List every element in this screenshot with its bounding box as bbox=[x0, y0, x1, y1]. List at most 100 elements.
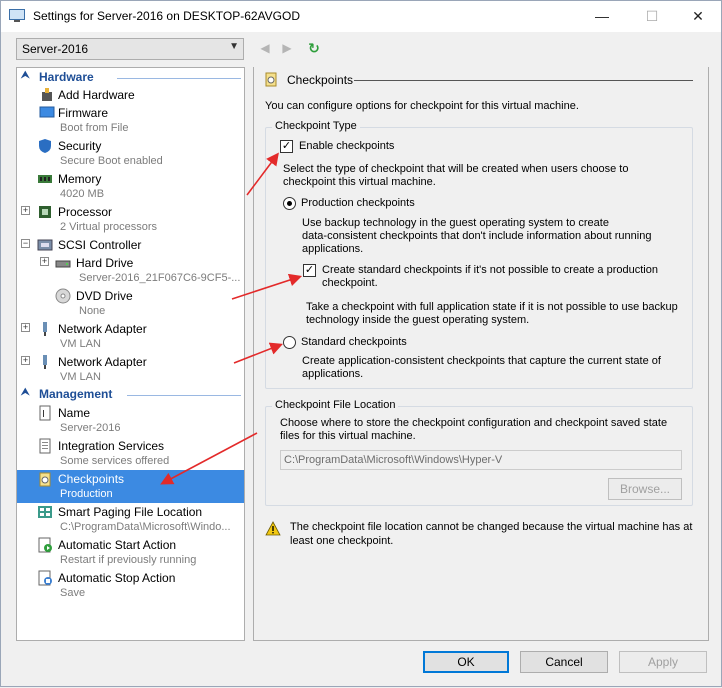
expand-icon[interactable]: + bbox=[21, 206, 30, 215]
tree-item-sub: 2 Virtual processors bbox=[60, 221, 158, 233]
standard-checkpoints-label[interactable]: Standard checkpoints bbox=[301, 336, 407, 348]
checkpoints-icon bbox=[265, 72, 277, 87]
tree-item-label: Automatic Start Action bbox=[58, 538, 177, 552]
tree-item-sub: Some services offered bbox=[60, 455, 170, 467]
tree-item-security[interactable]: Security Secure Boot enabled bbox=[17, 137, 244, 170]
firmware-icon bbox=[39, 106, 55, 118]
tree-item-label: Memory bbox=[58, 172, 102, 186]
tree-item-label: Hard Drive bbox=[76, 256, 134, 270]
tree-item-automatic-start[interactable]: Automatic Start Action Restart if previo… bbox=[17, 536, 244, 569]
warning-text-1: The checkpoint file location cannot be c… bbox=[290, 521, 693, 533]
tree-item-label: DVD Drive bbox=[76, 289, 133, 303]
tree-item-automatic-stop[interactable]: Automatic Stop Action Save bbox=[17, 569, 244, 602]
tree-item-sub: Secure Boot enabled bbox=[60, 155, 163, 167]
svg-text:I: I bbox=[42, 409, 45, 420]
tree-item-sub: Production bbox=[60, 488, 113, 500]
processor-icon bbox=[39, 206, 51, 218]
warning-text-2: least one checkpoint. bbox=[290, 535, 394, 547]
tree-item-sub: 4020 MB bbox=[60, 188, 105, 200]
vm-selector-value: Server-2016 bbox=[22, 42, 89, 56]
tree-item-processor[interactable]: + Processor 2 Virtual processors bbox=[17, 203, 244, 236]
browse-button[interactable]: Browse... bbox=[608, 478, 682, 500]
fullstate-desc-1: Take a checkpoint with full application … bbox=[306, 301, 678, 313]
title-bar: Settings for Server-2016 on DESKTOP-62AV… bbox=[1, 1, 721, 32]
expand-icon[interactable]: + bbox=[21, 323, 30, 332]
create-standard-label-2: checkpoint. bbox=[322, 277, 378, 289]
tree-item-sub: VM LAN bbox=[60, 338, 101, 350]
name-icon: I bbox=[39, 405, 51, 421]
create-standard-label[interactable]: Create standard checkpoints if it's not … bbox=[322, 264, 658, 276]
apply-button[interactable]: Apply bbox=[619, 651, 707, 673]
checkpoint-type-label: Checkpoint Type bbox=[272, 120, 360, 132]
forward-button[interactable]: ▶ bbox=[279, 40, 295, 56]
hardware-section-header[interactable]: ⮝ Hardware bbox=[17, 69, 244, 86]
location-desc-2: files for this virtual machine. bbox=[280, 430, 416, 442]
checkpoints-icon bbox=[39, 472, 51, 487]
add-hardware-icon bbox=[42, 88, 52, 101]
create-standard-checkbox[interactable]: ✓ bbox=[303, 264, 316, 277]
tree-item-checkpoints[interactable]: Checkpoints Production bbox=[17, 470, 244, 503]
tree-item-label: Network Adapter bbox=[58, 355, 147, 369]
tree-item-network-adapter-2[interactable]: + Network Adapter VM LAN bbox=[17, 353, 244, 386]
window-title: Settings for Server-2016 on DESKTOP-62AV… bbox=[33, 9, 301, 23]
section-divider bbox=[127, 395, 241, 396]
section-divider bbox=[117, 78, 241, 79]
tree-item-firmware[interactable]: Firmware Boot from File bbox=[17, 104, 244, 137]
tree-item-sub: Server-2016_21F067C6-9CF5-... bbox=[79, 272, 241, 284]
production-checkpoints-radio[interactable] bbox=[283, 197, 296, 210]
hyper-v-settings-icon bbox=[9, 9, 25, 22]
panel-title-divider bbox=[354, 80, 693, 81]
management-header-label: Management bbox=[39, 387, 113, 401]
back-button[interactable]: ◀ bbox=[257, 40, 273, 56]
tree-item-sub: None bbox=[79, 305, 106, 317]
tree-item-sub: Save bbox=[60, 587, 86, 599]
select-type-text: Select the type of checkpoint that will … bbox=[283, 163, 629, 175]
expand-icon[interactable]: + bbox=[40, 257, 49, 266]
tree-item-sub: C:\ProgramData\Microsoft\Windo... bbox=[60, 521, 231, 533]
warning-icon bbox=[265, 521, 281, 536]
fullstate-desc-2: technology inside the guest operating sy… bbox=[306, 314, 530, 326]
network-adapter-icon bbox=[43, 322, 47, 336]
refresh-button[interactable]: ↻ bbox=[306, 40, 322, 56]
intro-text: You can configure options for checkpoint… bbox=[265, 100, 579, 112]
production-checkpoints-label[interactable]: Production checkpoints bbox=[301, 197, 415, 209]
minimize-button[interactable]: — bbox=[587, 5, 617, 27]
expand-icon[interactable]: + bbox=[21, 356, 30, 365]
dvd-drive-icon bbox=[55, 288, 71, 304]
tree-item-memory[interactable]: Memory 4020 MB bbox=[17, 170, 244, 203]
standard-desc-2: applications. bbox=[302, 368, 364, 380]
tree-item-label: Network Adapter bbox=[58, 322, 147, 336]
maximize-button[interactable]: ☐ bbox=[637, 5, 667, 27]
shield-icon bbox=[39, 139, 51, 153]
tree-item-sub: Boot from File bbox=[60, 122, 129, 134]
tree-item-label: Checkpoints bbox=[58, 472, 125, 486]
close-button[interactable]: ✕ bbox=[683, 5, 713, 27]
collapse-tree-icon[interactable]: − bbox=[21, 239, 30, 248]
production-desc-2: data-consistent checkpoints that don't i… bbox=[302, 230, 652, 242]
cancel-button[interactable]: Cancel bbox=[520, 651, 608, 673]
enable-checkpoints-label[interactable]: Enable checkpoints bbox=[299, 140, 394, 152]
tree-item-hard-drive[interactable]: + Hard Drive Server-2016_21F067C6-9CF5-.… bbox=[17, 254, 244, 287]
tree-item-name[interactable]: I Name Server-2016 bbox=[17, 404, 244, 437]
tree-item-dvd-drive[interactable]: DVD Drive None bbox=[17, 287, 244, 320]
ok-button[interactable]: OK bbox=[423, 651, 509, 673]
network-adapter-icon bbox=[43, 355, 47, 369]
tree-item-integration-services[interactable]: Integration Services Some services offer… bbox=[17, 437, 244, 470]
production-desc-3: applications. bbox=[302, 243, 364, 255]
settings-tree: ⮝ Hardware Add Hardware Firmware Boot fr… bbox=[16, 67, 245, 641]
checkpoint-path-input[interactable]: C:\ProgramData\Microsoft\Windows\Hyper-V bbox=[280, 450, 682, 470]
management-section-header[interactable]: ⮝ Management bbox=[17, 386, 244, 403]
tree-item-label: Smart Paging File Location bbox=[58, 505, 203, 519]
settings-window: Settings for Server-2016 on DESKTOP-62AV… bbox=[0, 0, 722, 687]
standard-checkpoints-radio[interactable] bbox=[283, 336, 296, 349]
tree-item-label: Name bbox=[58, 406, 91, 420]
automatic-start-icon bbox=[38, 537, 52, 553]
tree-item-network-adapter-1[interactable]: + Network Adapter VM LAN bbox=[17, 320, 244, 353]
vm-selector[interactable]: Server-2016 ▼ bbox=[16, 38, 244, 60]
enable-checkpoints-checkbox[interactable]: ✓ bbox=[280, 140, 293, 153]
standard-desc-1: Create application-consistent checkpoint… bbox=[302, 355, 661, 367]
tree-item-label: Add Hardware bbox=[58, 88, 135, 102]
select-type-text-2: checkpoint this virtual machine. bbox=[283, 176, 436, 188]
tree-item-smart-paging[interactable]: Smart Paging File Location C:\ProgramDat… bbox=[17, 503, 244, 536]
integration-services-icon bbox=[39, 438, 51, 454]
